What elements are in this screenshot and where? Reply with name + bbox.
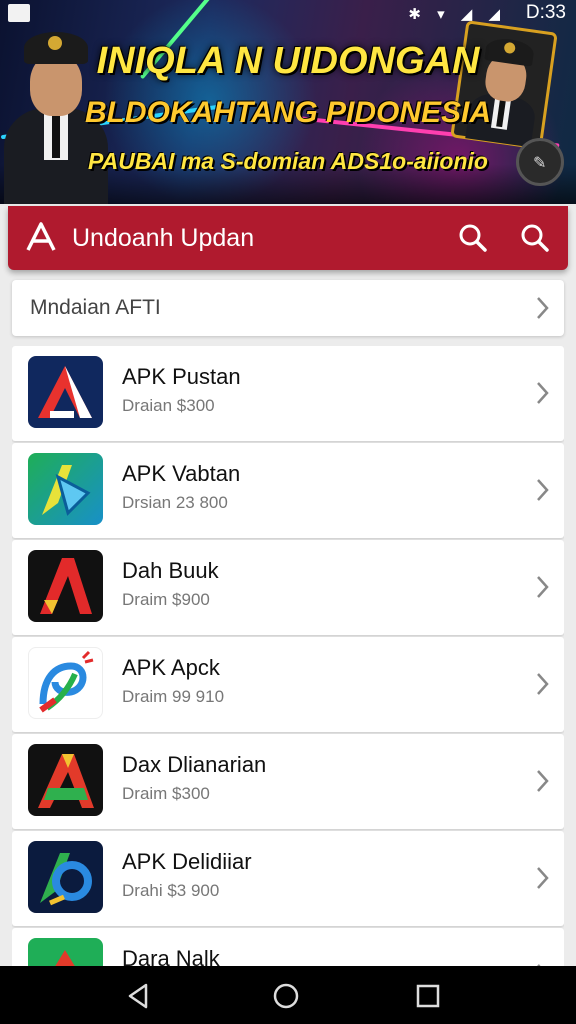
chevron-right-icon (537, 576, 549, 598)
list-item[interactable]: Dara Nalk (12, 928, 564, 966)
app-name: APK Vabtan (122, 461, 241, 486)
list-item[interactable]: Dax Dlianarian Draim $300 (12, 734, 564, 829)
app-price: Drsian 23 800 (122, 493, 228, 512)
status-bar: ✱ ▾ ◢ ◢ D:33 (0, 0, 576, 26)
disc-icon: ✎ (516, 138, 564, 186)
status-icons: ✱ ▾ ◢ ◢ (408, 6, 506, 23)
chevron-right-icon (537, 479, 549, 501)
app-logo-icon (26, 222, 56, 251)
app-price: Draim 99 910 (122, 687, 225, 706)
app-name: Dah Buuk (122, 558, 219, 583)
app-title: Undoanh Updan (72, 224, 255, 252)
list-item[interactable]: APK Pustan Draian $300 (12, 346, 564, 441)
banner-subheadline: BLDOKAHTANG PIDONESIA (84, 96, 492, 129)
app-price: Draian $300 (122, 396, 215, 415)
app-price: Draim $900 (122, 590, 210, 609)
dark-blue-a-icon (28, 841, 103, 913)
green-red-a-icon (28, 938, 103, 966)
recents-icon[interactable] (413, 981, 443, 1011)
app-name: APK Delidiiar (122, 849, 252, 874)
navy-red-a-icon (28, 356, 103, 428)
list-item[interactable]: Dah Buuk Draim $900 (12, 540, 564, 635)
search-placeholder: Mndaian AFTI (30, 296, 161, 319)
status-time: D:33 (525, 2, 566, 23)
notification-icon (8, 4, 30, 22)
black-gold-a-icon (28, 744, 103, 816)
banner-headline: INIQLA N UIDONGAN (96, 40, 480, 82)
app-name: Dara Nalk (122, 946, 220, 966)
app-price: Drahi $3 900 (122, 881, 220, 900)
app-name: APK Pustan (122, 364, 241, 389)
system-nav-bar (0, 966, 576, 1024)
promo-banner[interactable]: INIQLA N UIDONGAN BLDOKAHTANG PIDONESIA … (0, 0, 576, 204)
list-item[interactable]: APK Apck Draim 99 910 (12, 637, 564, 732)
app-price: Draim $300 (122, 784, 210, 803)
search-icon[interactable] (456, 221, 490, 255)
chevron-right-icon (537, 770, 549, 792)
home-icon[interactable] (271, 981, 301, 1011)
list-item[interactable]: APK Delidiiar Drahi $3 900 (12, 831, 564, 926)
search-icon[interactable] (518, 221, 552, 255)
chevron-right-icon (537, 297, 549, 319)
app-name: Dax Dlianarian (122, 752, 267, 777)
list-item[interactable]: APK Vabtan Drsian 23 800 (12, 443, 564, 538)
search-field[interactable]: Mndaian AFTI (12, 280, 564, 336)
chevron-right-icon (537, 673, 549, 695)
app-list: APK Pustan Draian $300 APK Vabtan Drsian… (12, 346, 564, 966)
black-red-a-icon (28, 550, 103, 622)
chevron-right-icon (537, 867, 549, 889)
app-bar: Undoanh Updan (8, 206, 568, 270)
banner-tagline: PAUBAI ma S-domian ADS1o-aiionio (88, 148, 488, 174)
chevron-right-icon (537, 382, 549, 404)
app-name: APK Apck (122, 655, 220, 680)
green-blue-a-icon (28, 453, 103, 525)
white-swirl-a-icon (28, 647, 103, 719)
back-icon[interactable] (124, 981, 154, 1011)
